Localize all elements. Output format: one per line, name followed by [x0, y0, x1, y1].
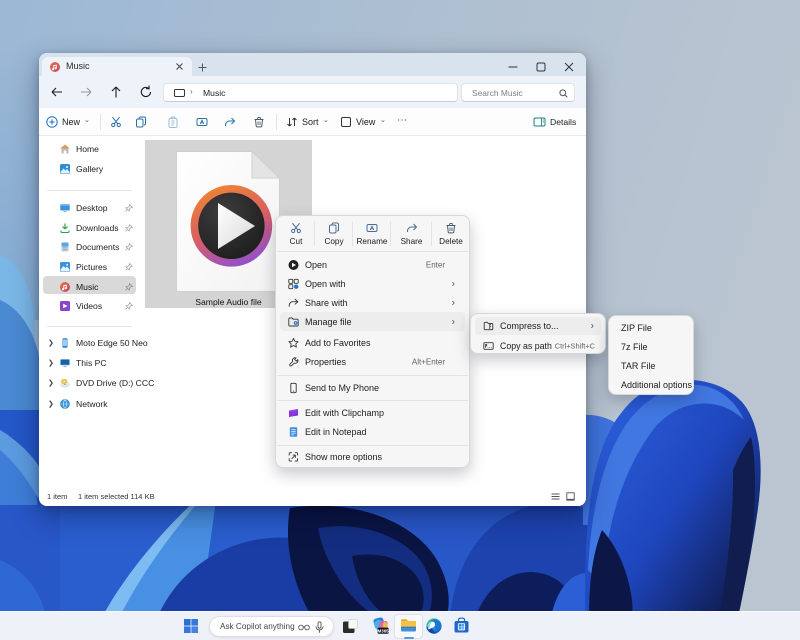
svg-text:M365: M365 — [378, 629, 390, 634]
